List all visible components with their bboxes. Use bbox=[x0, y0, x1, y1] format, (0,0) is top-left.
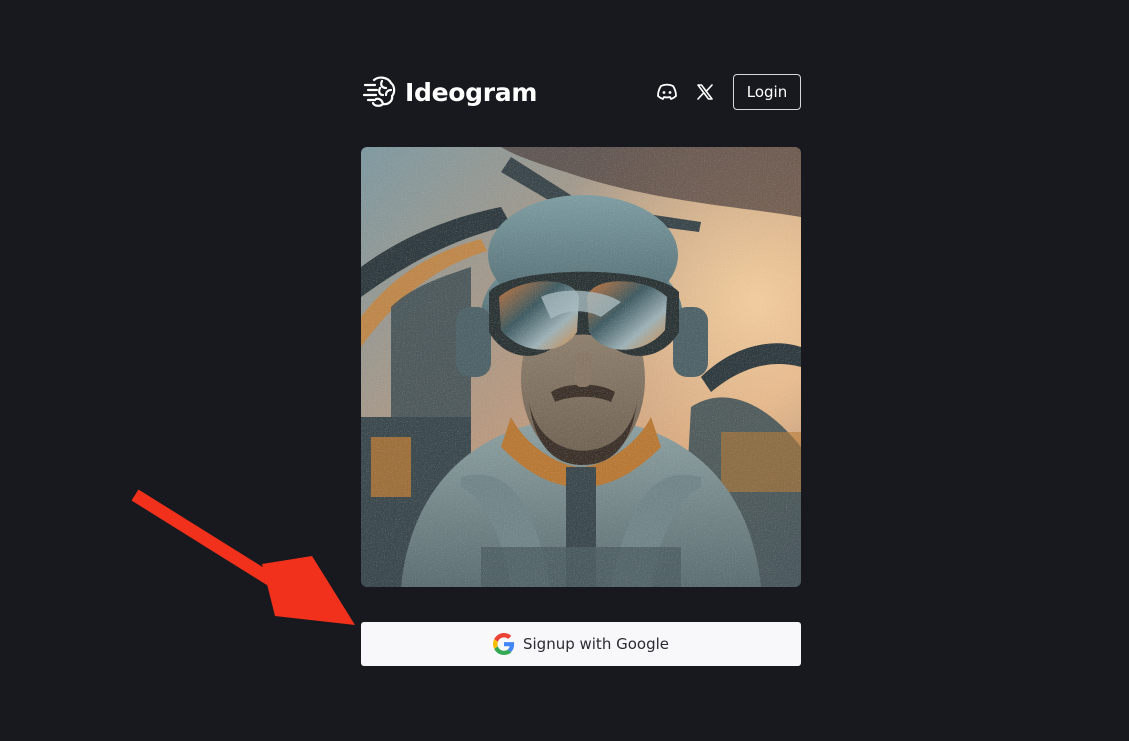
brand-name: Ideogram bbox=[405, 77, 538, 107]
signup-with-google-button[interactable]: Signup with Google bbox=[361, 622, 801, 666]
x-twitter-icon[interactable] bbox=[687, 74, 723, 110]
login-button[interactable]: Login bbox=[733, 74, 801, 110]
brand-link[interactable]: Ideogram bbox=[361, 74, 537, 110]
google-icon bbox=[492, 633, 515, 655]
landing-page: Ideogram Login Signup with Google bbox=[0, 0, 1129, 741]
signup-label: Signup with Google bbox=[522, 635, 669, 653]
red-arrow-icon bbox=[131, 489, 355, 625]
top-header: Ideogram Login bbox=[361, 72, 801, 112]
header-actions: Login bbox=[649, 74, 801, 110]
pilot-portrait-image bbox=[361, 147, 801, 587]
discord-icon[interactable] bbox=[649, 74, 685, 110]
brain-logo-icon bbox=[361, 74, 397, 110]
